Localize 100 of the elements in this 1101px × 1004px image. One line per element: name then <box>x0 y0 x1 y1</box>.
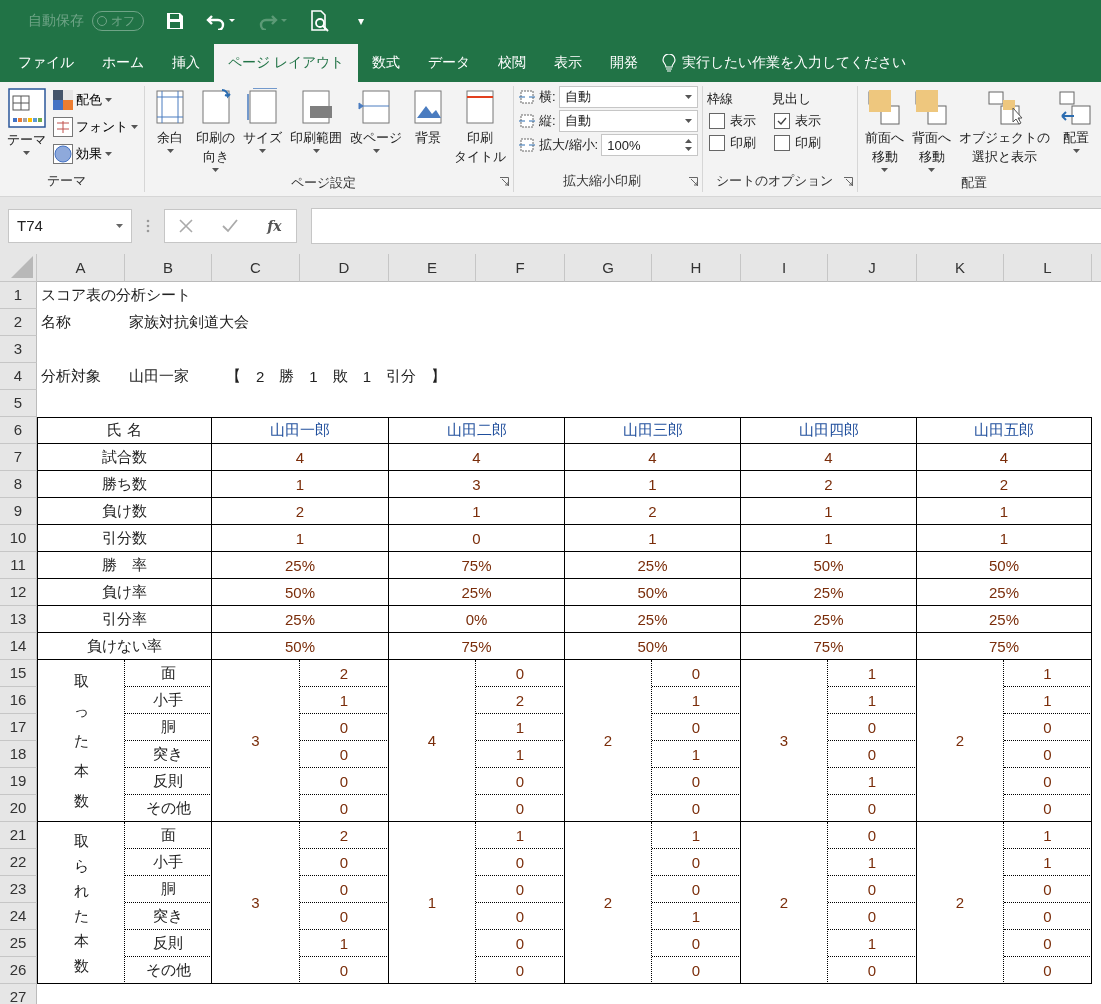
row-header[interactable]: 11 <box>0 552 37 579</box>
scale-spinner[interactable]: 100% <box>601 134 699 156</box>
row-header[interactable]: 16 <box>0 687 37 714</box>
table-cell: 4 <box>917 444 1092 471</box>
table-cell: 1 <box>652 822 741 849</box>
ribbon-tab[interactable]: 校閲 <box>483 44 540 82</box>
customize-toolbar-caret[interactable]: ▾ <box>358 14 365 28</box>
row-header[interactable]: 18 <box>0 741 37 768</box>
themes-button[interactable]: テーマ <box>4 86 49 172</box>
column-header[interactable]: C <box>212 254 300 282</box>
option-heading: 見出し <box>772 90 813 108</box>
row-header[interactable]: 19 <box>0 768 37 795</box>
column-header[interactable]: B <box>125 254 212 282</box>
technique-cell: 小手 <box>125 687 212 714</box>
row-header[interactable]: 14 <box>0 633 37 660</box>
row-header[interactable]: 2 <box>0 309 37 336</box>
scale-dropdown[interactable]: 自動 <box>558 86 699 108</box>
player-name-cell: 山田五郎 <box>917 417 1092 444</box>
group-label: 拡大縮小印刷 <box>562 172 643 190</box>
column-header[interactable]: J <box>828 254 917 282</box>
column-header[interactable]: K <box>917 254 1004 282</box>
row-header[interactable]: 5 <box>0 390 37 417</box>
ribbon-tab[interactable]: ホーム <box>88 44 158 82</box>
table-cell: 1 <box>300 687 389 714</box>
arrange-button[interactable]: 前面へ 移動 <box>862 86 907 174</box>
player-name-cell: 山田二郎 <box>389 417 565 444</box>
column-header[interactable]: D <box>300 254 389 282</box>
table-cell: 0 <box>1004 768 1092 795</box>
row-header[interactable]: 1 <box>0 282 37 309</box>
theme-option-button[interactable]: 配色 <box>51 88 140 112</box>
theme-option-button[interactable]: フォント <box>51 115 140 139</box>
total-cell: 4 <box>389 660 476 822</box>
row-header[interactable]: 23 <box>0 876 37 903</box>
scale-dropdown[interactable]: 自動 <box>558 110 699 132</box>
row-header[interactable]: 10 <box>0 525 37 552</box>
page-setup-button[interactable]: 印刷 タイトル <box>451 86 509 174</box>
table-cell: 0 <box>1004 903 1092 930</box>
table-cell: 0 <box>652 876 741 903</box>
tell-me-field[interactable]: 実行したい作業を入力してください <box>651 44 906 82</box>
ribbon-tab[interactable]: 挿入 <box>158 44 214 82</box>
row-header[interactable]: 21 <box>0 822 37 849</box>
row-header[interactable]: 24 <box>0 903 37 930</box>
option-checkbox[interactable]: 印刷 <box>709 134 757 152</box>
column-header[interactable]: A <box>37 254 125 282</box>
page-setup-button[interactable]: 背景 <box>407 86 449 174</box>
row-header[interactable]: 7 <box>0 444 37 471</box>
theme-option-button[interactable]: 効果 <box>51 142 140 166</box>
page-setup-button[interactable]: 余白 <box>149 86 191 174</box>
ribbon-tab[interactable]: ページ レイアウト <box>214 44 358 82</box>
row-header[interactable]: 12 <box>0 579 37 606</box>
option-checkbox[interactable]: 表示 <box>774 112 822 130</box>
row-header[interactable]: 6 <box>0 417 37 444</box>
ribbon-tab[interactable]: 数式 <box>357 44 414 82</box>
table-cell: 3 <box>389 471 565 498</box>
arrange-button[interactable]: 背面へ 移動 <box>909 86 954 174</box>
row-header[interactable]: 9 <box>0 498 37 525</box>
table-cell: 1 <box>652 903 741 930</box>
table-cell: 0 <box>300 768 389 795</box>
row-header[interactable]: 17 <box>0 714 37 741</box>
page-setup-button[interactable]: サイズ <box>240 86 285 174</box>
row-header[interactable]: 15 <box>0 660 37 687</box>
row-header[interactable]: 4 <box>0 363 37 390</box>
table-cell: 0 <box>1004 741 1092 768</box>
row-header[interactable]: 27 <box>0 984 37 1004</box>
table-cell: 25% <box>741 606 917 633</box>
page-setup-button[interactable]: 改ページ <box>347 86 405 174</box>
ribbon-tab[interactable]: ファイル <box>4 44 88 82</box>
row-header[interactable]: 25 <box>0 930 37 957</box>
record-text: 2 <box>256 368 265 385</box>
row-header[interactable]: 22 <box>0 849 37 876</box>
column-header[interactable]: I <box>741 254 828 282</box>
column-header[interactable]: G <box>565 254 652 282</box>
option-checkbox[interactable]: 表示 <box>709 112 757 130</box>
column-header[interactable]: F <box>476 254 565 282</box>
column-header[interactable]: H <box>652 254 741 282</box>
name-box[interactable]: T74 <box>8 208 132 243</box>
table-cell: 0 <box>476 876 565 903</box>
table-cell: 1 <box>917 498 1092 525</box>
ribbon-tab[interactable]: データ <box>413 44 484 82</box>
arrange-button[interactable]: オブジェクトの 選択と表示 <box>956 86 1053 174</box>
technique-cell: その他 <box>125 795 212 822</box>
row-header[interactable]: 8 <box>0 471 37 498</box>
row-header[interactable]: 3 <box>0 336 37 363</box>
row-header[interactable]: 13 <box>0 606 37 633</box>
page-setup-button[interactable]: 印刷の 向き <box>193 86 238 174</box>
column-header[interactable]: L <box>1004 254 1092 282</box>
technique-cell: 面 <box>125 822 212 849</box>
technique-cell: 反則 <box>125 768 212 795</box>
option-checkbox[interactable]: 印刷 <box>774 134 822 152</box>
column-header[interactable]: E <box>389 254 476 282</box>
table-cell: 1 <box>828 849 917 876</box>
ribbon-tab[interactable]: 表示 <box>539 44 596 82</box>
table-cell: 0 <box>828 903 917 930</box>
table-cell: 25% <box>212 606 389 633</box>
page-setup-button[interactable]: 印刷範囲 <box>287 86 345 174</box>
row-header[interactable]: 26 <box>0 957 37 984</box>
row-header[interactable]: 20 <box>0 795 37 822</box>
arrange-button[interactable]: 配置 <box>1055 86 1097 174</box>
insert-function-button[interactable]: fx <box>267 217 282 234</box>
ribbon-tab[interactable]: 開発 <box>595 44 652 82</box>
